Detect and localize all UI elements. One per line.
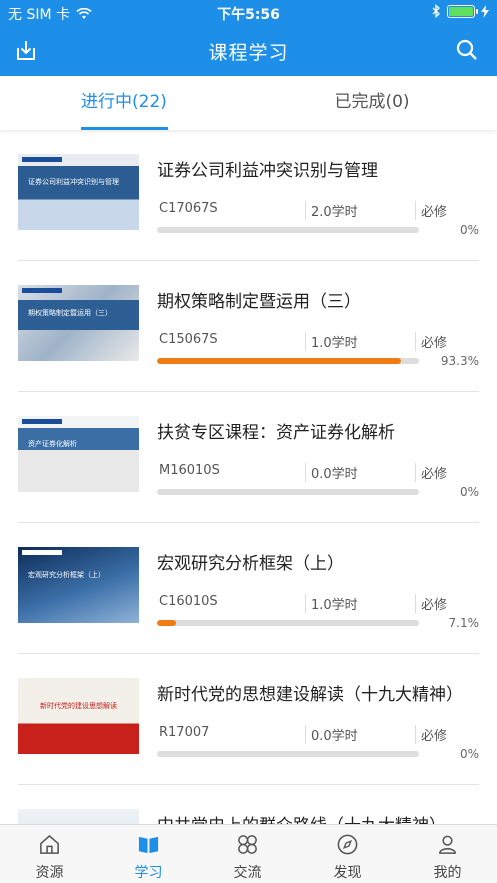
progress-label: 0% [459,747,479,761]
thumbnail-caption: 资产证券化解析 [28,440,77,448]
course-list[interactable]: 证券公司利益冲突识别与管理 证券公司利益冲突识别与管理 C17067S 2.0学… [0,130,497,824]
tab-exchange[interactable]: 交流 [198,825,297,883]
tab-completed[interactable]: 已完成(0) [248,76,496,130]
course-item[interactable]: 中共党史上的群众路线（十九大精神） [0,785,497,824]
search-button[interactable] [455,38,481,64]
course-title: 扶贫专区课程：资产证券化解析 [157,423,395,443]
course-code: M16010S [159,463,220,478]
course-hours: 1.0学时 [305,594,358,613]
course-code: R17007 [159,725,210,740]
course-hours: 0.0学时 [305,463,358,482]
tab-completed-label: 已完成(0) [334,92,410,112]
course-required: 必修 [415,201,447,220]
course-code: C17067S [159,201,218,216]
course-item[interactable]: 证券公司利益冲突识别与管理 证券公司利益冲突识别与管理 C17067S 2.0学… [0,130,497,261]
status-bar: 无 SIM 卡 下午5:56 [0,0,497,26]
progress-bar [157,751,419,757]
tab-exchange-label: 交流 [233,865,262,881]
course-item[interactable]: 新时代党的建设思想解读 新时代党的思想建设解读（十九大精神） R17007 0.… [0,654,497,785]
progress-label: 0% [459,485,479,499]
logo-icon [22,550,62,555]
thumbnail-caption: 宏观研究分析框架（上） [28,571,105,579]
book-icon [138,836,159,854]
course-hours: 1.0学时 [305,332,358,351]
course-thumbnail: 期权策略制定暨运用（三） [18,285,139,361]
course-thumbnail [18,809,139,824]
course-thumbnail: 新时代党的建设思想解读 [18,678,139,754]
tab-study[interactable]: 学习 [99,825,198,883]
course-item[interactable]: 期权策略制定暨运用（三） 期权策略制定暨运用（三） C15067S 1.0学时 … [0,261,497,392]
course-required: 必修 [415,332,447,351]
search-icon [456,39,477,60]
course-title: 证券公司利益冲突识别与管理 [157,161,378,181]
page-title: 课程学习 [208,42,289,64]
logo-icon [22,419,62,424]
course-meta: M16010S 0.0学时 必修 [157,463,478,482]
progress-fill [157,358,402,364]
progress-bar [157,227,419,233]
course-code: C16010S [159,594,218,609]
bottom-tab-bar: 资源 学习 交流 发现 我的 [0,824,497,883]
course-title: 中共党史上的群众路线（十九大精神） [157,811,477,824]
tab-resources[interactable]: 资源 [0,825,99,883]
logo-icon [22,288,62,293]
course-title: 新时代党的思想建设解读（十九大精神） [157,685,463,705]
course-thumbnail: 资产证券化解析 [18,416,139,492]
course-required: 必修 [415,594,447,613]
course-title: 宏观研究分析框架（上） [157,554,344,574]
tab-discover-label: 发现 [333,865,362,881]
course-tabs: 进行中(22) 已完成(0) [0,76,497,130]
compass-icon [337,834,358,855]
progress-bar [157,620,419,626]
thumbnail-caption: 证券公司利益冲突识别与管理 [28,178,119,186]
progress-label: 0% [459,223,479,237]
charging-icon [481,4,489,18]
course-thumbnail: 证券公司利益冲突识别与管理 [18,154,139,230]
progress-bar [157,489,419,495]
home-icon [40,834,59,854]
nav-bar: 课程学习 [0,26,497,76]
thumbnail-caption: 新时代党的建设思想解读 [40,702,117,710]
progress-label: 7.1% [448,616,480,630]
bluetooth-icon [432,4,440,18]
tab-resources-label: 资源 [35,865,64,881]
tab-discover[interactable]: 发现 [298,825,397,883]
course-item[interactable]: 资产证券化解析 扶贫专区课程：资产证券化解析 M16010S 0.0学时 必修 … [0,392,497,523]
progress-label: 93.3% [440,354,479,368]
course-meta: R17007 0.0学时 必修 [157,725,478,744]
tab-in-progress-label: 进行中(22) [81,92,167,112]
progress-fill [157,620,176,626]
person-icon [439,835,456,854]
battery-icon [447,4,478,18]
course-hours: 2.0学时 [305,201,358,220]
course-title: 期权策略制定暨运用（三） [157,292,361,312]
progress-bar [157,358,419,364]
tab-in-progress[interactable]: 进行中(22) [0,76,248,130]
tab-mine-label: 我的 [433,865,462,881]
course-required: 必修 [415,463,447,482]
course-required: 必修 [415,725,447,744]
logo-icon [22,157,62,162]
course-meta: C16010S 1.0学时 必修 [157,594,478,613]
course-meta: C17067S 2.0学时 必修 [157,201,478,220]
course-hours: 0.0学时 [305,725,358,744]
course-meta: C15067S 1.0学时 必修 [157,332,478,351]
status-time: 下午5:56 [217,7,280,23]
thumbnail-caption: 期权策略制定暨运用（三） [18,300,139,330]
tab-study-label: 学习 [134,865,163,881]
clover-icon [238,835,257,854]
tab-mine[interactable]: 我的 [398,825,497,883]
course-thumbnail: 宏观研究分析框架（上） [18,547,139,623]
course-code: C15067S [159,332,218,347]
course-item[interactable]: 宏观研究分析框架（上） 宏观研究分析框架（上） C16010S 1.0学时 必修… [0,523,497,654]
